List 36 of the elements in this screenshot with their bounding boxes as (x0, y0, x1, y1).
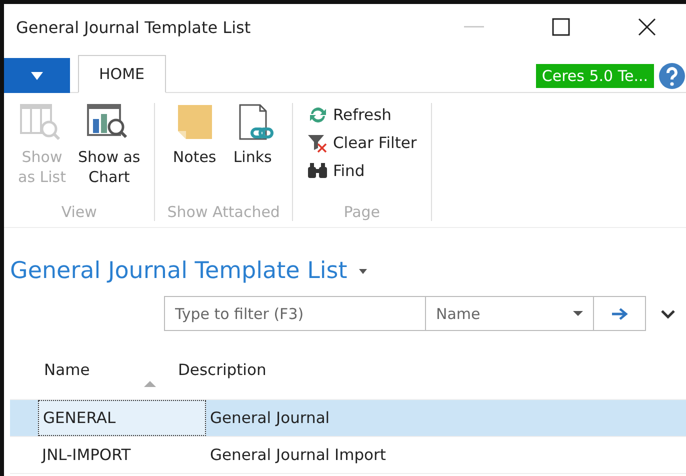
caret-icon (31, 72, 43, 80)
caret-icon (573, 311, 583, 316)
help-icon[interactable] (658, 62, 686, 90)
ribbon-group-label: View (61, 203, 97, 221)
table-cell-text: JNL-IMPORT (40, 445, 132, 466)
filter-field[interactable]: Type to filter (F3) (164, 296, 426, 331)
ribbon-button[interactable]: Links (228, 103, 278, 203)
ribbon-button[interactable]: Show as Chart (76, 103, 142, 203)
ribbon-button[interactable]: Find (304, 159, 419, 183)
maximize-icon[interactable] (552, 18, 570, 36)
table-cell: GENERAL (38, 400, 206, 436)
company-badge: Ceres 5.0 Te... (536, 64, 654, 88)
ribbon-button[interactable]: Clear Filter (304, 131, 419, 155)
ribbon-button[interactable]: Notes (170, 103, 220, 203)
page-title: General Journal Template List (10, 258, 348, 284)
binoculars-icon (306, 161, 329, 181)
ribbon-button[interactable]: Refresh (304, 103, 419, 127)
apply-filter-button[interactable] (594, 296, 646, 331)
arrow-icon (610, 308, 628, 320)
clear-filter-icon (306, 133, 329, 153)
table-row[interactable]: GENERAL General Journal (10, 400, 686, 437)
application-menu-button[interactable] (4, 58, 70, 93)
window-title: General Journal Template List (16, 18, 251, 36)
table-cell-text: General Journal (209, 408, 331, 429)
filter-field-dropdown[interactable]: Name (426, 296, 594, 331)
chevron-icon[interactable] (660, 308, 676, 318)
column-header[interactable]: Name (10, 361, 144, 379)
caret-icon[interactable] (359, 268, 368, 274)
ribbon-tab[interactable]: HOME (78, 55, 166, 93)
column-header[interactable]: Description (178, 361, 266, 379)
table-row[interactable]: JNL-IMPORT General Journal Import (10, 437, 686, 474)
ribbon-group-label: Page (344, 203, 380, 221)
sort-icon (144, 381, 156, 387)
ribbon-group-label: Show Attached (167, 203, 280, 221)
close-icon[interactable] (638, 18, 656, 36)
table-cell-text: General Journal Import (209, 445, 387, 466)
